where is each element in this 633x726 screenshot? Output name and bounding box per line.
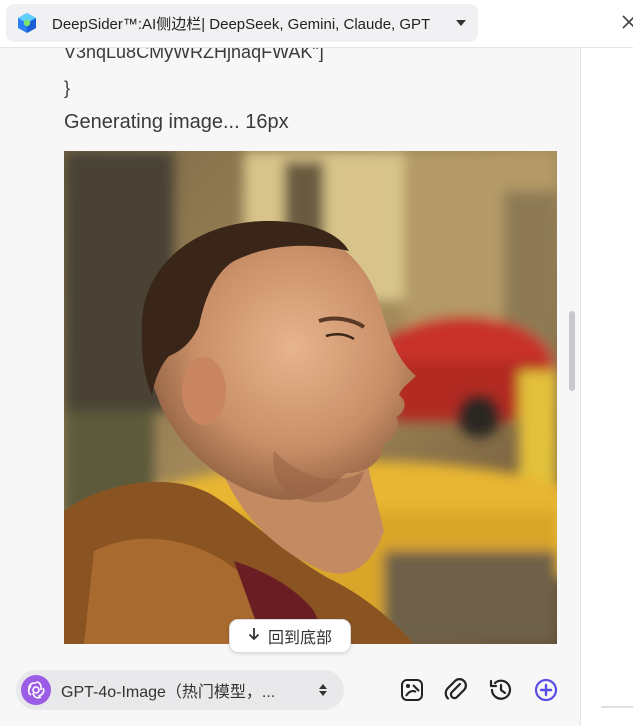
- app-frame: DeepSider™:AI侧边栏| DeepSeek, Gemini, Clau…: [0, 0, 633, 726]
- generated-image[interactable]: [64, 151, 557, 644]
- divider: [601, 706, 633, 708]
- back-to-bottom-label: 回到底部: [267, 630, 332, 647]
- history-icon[interactable]: [487, 676, 515, 704]
- model-selector[interactable]: GPT-4o-Image（热门模型，...: [16, 670, 344, 710]
- sort-arrows-icon: [318, 680, 328, 700]
- input-toolbar: GPT-4o-Image（热门模型，...: [0, 658, 580, 726]
- tab-bar: DeepSider™:AI侧边栏| DeepSeek, Gemini, Clau…: [0, 0, 633, 48]
- extension-tab[interactable]: DeepSider™:AI侧边栏| DeepSeek, Gemini, Clau…: [6, 4, 478, 42]
- image-edit-icon[interactable]: [398, 676, 426, 704]
- code-brace: }: [64, 78, 71, 98]
- paperclip-icon[interactable]: [442, 676, 470, 704]
- close-icon[interactable]: [621, 10, 633, 36]
- arrow-down-icon: [248, 627, 260, 646]
- model-name: GPT-4o-Image（热门模型，...: [61, 684, 276, 701]
- code-line: V3nqLu8CMyWRZHjnaqFWAK"]: [64, 48, 324, 62]
- generation-status: Generating image... 16px: [64, 111, 289, 133]
- chat-area[interactable]: V3nqLu8CMyWRZHjnaqFWAK"] } Generating im…: [0, 48, 580, 658]
- deepsider-logo-icon: [16, 12, 38, 34]
- back-to-bottom-button[interactable]: 回到底部: [229, 619, 351, 653]
- new-chat-icon[interactable]: [532, 676, 560, 704]
- caret-down-icon[interactable]: [448, 10, 474, 36]
- right-pane: [580, 48, 633, 726]
- openai-logo-icon: [21, 675, 51, 705]
- chat-scrollbar[interactable]: [569, 311, 575, 391]
- tab-title: DeepSider™:AI侧边栏| DeepSeek, Gemini, Clau…: [52, 15, 431, 33]
